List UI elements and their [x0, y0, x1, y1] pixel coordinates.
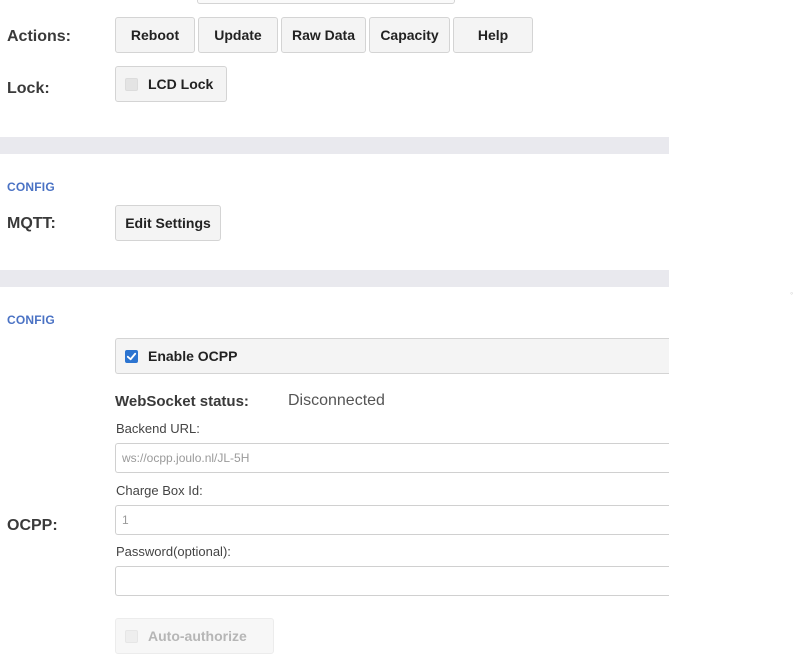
actions-label: Actions:	[7, 28, 71, 45]
websocket-status-label: WebSocket status:	[115, 393, 249, 410]
auto-authorize-toggle[interactable]: Auto-authorize	[115, 618, 274, 654]
page: Actions: Reboot Update Raw Data Capacity…	[0, 0, 800, 670]
lcd-lock-label: LCD Lock	[148, 76, 214, 92]
password-input[interactable]	[115, 566, 669, 596]
password-label: Password(optional):	[116, 544, 231, 559]
edit-settings-button[interactable]: Edit Settings	[115, 205, 221, 241]
enable-ocpp-label: Enable OCPP	[148, 348, 238, 364]
lcd-lock-toggle[interactable]: LCD Lock	[115, 66, 227, 102]
config-section-label: CONFIG	[7, 180, 55, 194]
charge-box-id-input[interactable]	[115, 505, 669, 535]
update-button[interactable]: Update	[198, 17, 278, 53]
mqtt-label: MQTT:	[7, 215, 56, 232]
websocket-status-value: Disconnected	[288, 392, 385, 409]
settings-panel: Actions: Reboot Update Raw Data Capacity…	[0, 0, 669, 670]
enable-ocpp-checkbox[interactable]	[125, 349, 138, 363]
auto-authorize-checkbox[interactable]	[125, 629, 138, 643]
help-button[interactable]: Help	[453, 17, 533, 53]
reboot-button[interactable]: Reboot	[115, 17, 195, 53]
enable-ocpp-toggle[interactable]: Enable OCPP	[115, 338, 669, 374]
backend-url-label: Backend URL:	[116, 421, 200, 436]
lcd-lock-checkbox[interactable]	[125, 77, 138, 91]
raw-data-button[interactable]: Raw Data	[281, 17, 366, 53]
lock-label: Lock:	[7, 80, 50, 97]
clipped-control	[197, 0, 455, 4]
charge-box-id-label: Charge Box Id:	[116, 483, 203, 498]
auto-authorize-label: Auto-authorize	[148, 628, 247, 644]
section-divider	[0, 137, 669, 154]
capacity-button[interactable]: Capacity	[369, 17, 450, 53]
backend-url-input[interactable]	[115, 443, 669, 473]
edge-artifact: ◦	[790, 288, 794, 298]
config-section-label: CONFIG	[7, 313, 55, 327]
ocpp-label: OCPP:	[7, 517, 58, 534]
section-divider	[0, 270, 669, 287]
checkmark-icon	[126, 352, 137, 360]
